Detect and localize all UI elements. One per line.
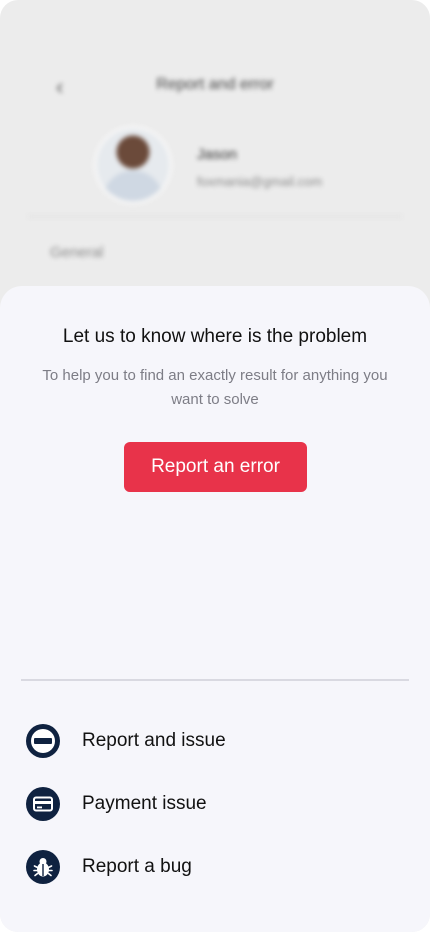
report-error-button[interactable]: Report an error [124, 442, 307, 492]
option-report-issue[interactable]: Report and issue [26, 723, 404, 759]
bug-icon [26, 850, 60, 884]
minus-circle-icon [26, 724, 60, 758]
option-label: Report and issue [82, 730, 226, 751]
profile-name: Jason [197, 146, 238, 163]
section-label: General [50, 244, 104, 261]
bottom-sheet: Let us to know where is the problem To h… [0, 286, 430, 932]
sheet-title: Let us to know where is the problem [62, 326, 368, 347]
option-payment-issue[interactable]: Payment issue [26, 786, 404, 822]
screen: ‹ Report and error Jason foxmania@gmail.… [0, 0, 430, 932]
divider [21, 679, 409, 681]
avatar [97, 129, 169, 201]
card-icon [26, 787, 60, 821]
option-label: Payment issue [82, 793, 207, 814]
option-report-bug[interactable]: Report a bug [26, 849, 404, 885]
sheet-subtitle: To help you to find an exactly result fo… [42, 367, 388, 408]
option-label: Report a bug [82, 856, 192, 877]
profile-email: foxmania@gmail.com [197, 174, 323, 189]
page-title: Report and error [156, 76, 274, 93]
divider [28, 216, 402, 217]
